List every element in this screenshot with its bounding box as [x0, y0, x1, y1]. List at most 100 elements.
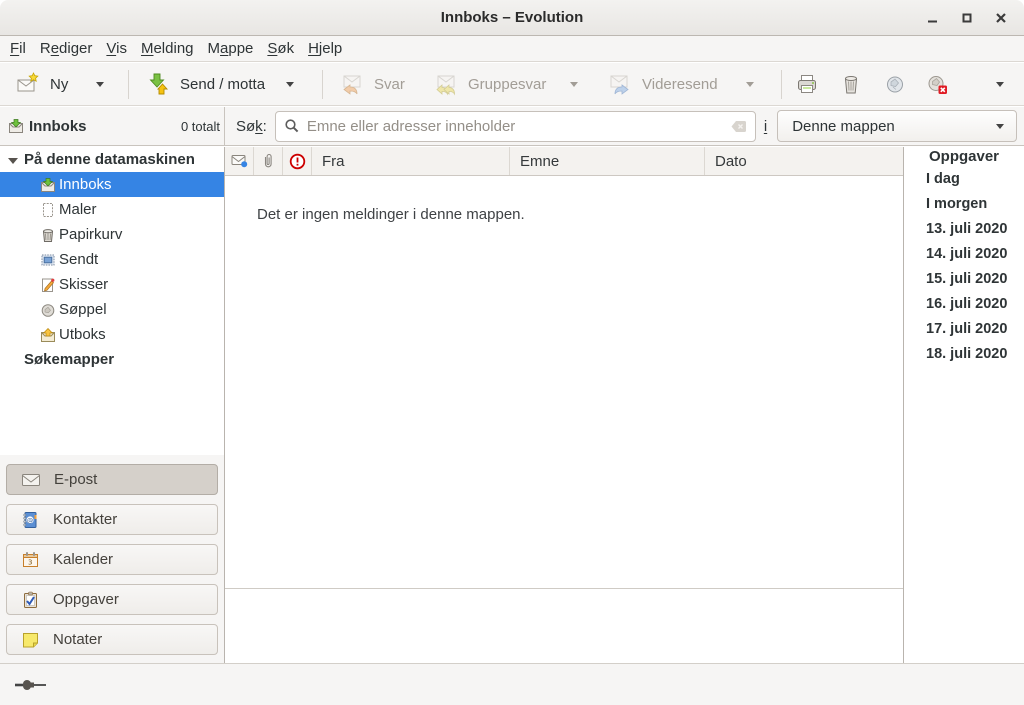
task-group-date[interactable]: 16. juli 2020 [904, 292, 1024, 317]
print-icon [795, 72, 819, 96]
group-reply-icon [434, 72, 458, 96]
switcher-label: Oppgaver [53, 591, 119, 608]
minimize-icon [925, 10, 941, 26]
tasks-icon [21, 591, 40, 609]
status-bar [0, 663, 1024, 705]
switcher-tasks-button[interactable]: Oppgaver [6, 584, 218, 615]
clear-search-icon[interactable] [730, 119, 747, 134]
toolbar-separator [322, 70, 323, 99]
task-group-today[interactable]: I dag [904, 167, 1024, 192]
junk-button[interactable] [879, 67, 911, 101]
templates-icon [40, 202, 56, 218]
switcher-memos-button[interactable]: Notater [6, 624, 218, 655]
online-status-icon[interactable] [14, 677, 48, 693]
close-button[interactable] [984, 1, 1018, 35]
menu-fil[interactable]: Fil [3, 38, 33, 59]
task-group-date[interactable]: 13. juli 2020 [904, 217, 1024, 242]
junk-icon [883, 72, 907, 96]
forward-dropdown[interactable] [738, 67, 762, 101]
not-junk-icon [925, 72, 949, 96]
tree-root-search-folders[interactable]: Søkemapper [0, 347, 224, 372]
titlebar: Innboks – Evolution [0, 0, 1024, 36]
menu-melding[interactable]: Melding [134, 38, 201, 59]
junk-icon [40, 302, 56, 318]
task-group-date[interactable]: 18. juli 2020 [904, 342, 1024, 367]
search-input[interactable]: Emne eller adresser inneholder [275, 111, 756, 142]
new-message-label: Ny [50, 76, 68, 93]
evolution-window: Innboks – Evolution Fil Rediger Vis Meld… [0, 0, 1024, 705]
delete-button[interactable] [835, 67, 867, 101]
task-pane: Oppgaver I dag I morgen 13. juli 2020 14… [904, 147, 1024, 663]
window-title: Innboks – Evolution [0, 9, 1024, 26]
message-list-header: Fra Emne Dato [225, 147, 903, 176]
drafts-icon [40, 277, 56, 293]
not-junk-button[interactable] [921, 67, 953, 101]
folder-info: Innboks 0 totalt [0, 107, 225, 145]
forward-button[interactable]: Videresend [600, 67, 718, 101]
read-status-icon [231, 154, 248, 168]
menu-sok[interactable]: Søk [260, 38, 301, 59]
column-dato[interactable]: Dato [705, 147, 903, 175]
column-read-status[interactable] [225, 147, 254, 175]
toolbar-overflow-button[interactable] [988, 67, 1012, 101]
window-controls [916, 0, 1018, 35]
folder-sendt[interactable]: Sendt [0, 247, 224, 272]
column-attachment[interactable] [254, 147, 283, 175]
send-receive-button[interactable]: Send / motta [138, 67, 265, 101]
search-icon [284, 118, 300, 134]
forward-label: Videresend [642, 76, 718, 93]
search-scope-dropdown[interactable]: Denne mappen [777, 110, 1017, 142]
menu-mappe[interactable]: Mappe [201, 38, 261, 59]
attachment-icon [261, 153, 275, 169]
group-reply-button[interactable]: Gruppesvar [426, 67, 546, 101]
empty-folder-message: Det er ingen meldinger i denne mappen. [257, 206, 525, 223]
folder-utboks[interactable]: Utboks [0, 322, 224, 347]
priority-icon [289, 153, 306, 170]
new-message-dropdown[interactable] [88, 67, 112, 101]
send-receive-label: Send / motta [180, 76, 265, 93]
switcher-mail-button[interactable]: E-post [6, 464, 218, 495]
reply-button[interactable]: Svar [332, 67, 405, 101]
tree-root-label: Søkemapper [24, 351, 114, 368]
task-group-date[interactable]: 15. juli 2020 [904, 267, 1024, 292]
calendar-icon: 3 [21, 551, 40, 569]
switcher-calendar-button[interactable]: 3 Kalender [6, 544, 218, 575]
folder-label: Papirkurv [59, 226, 122, 243]
search-scope-label: i [764, 118, 767, 135]
sent-icon [40, 252, 56, 268]
tree-root-this-computer[interactable]: På denne datamaskinen [0, 147, 224, 172]
folder-label: Innboks [59, 176, 112, 193]
switcher-contacts-button[interactable]: @ Kontakter [6, 504, 218, 535]
search-placeholder: Emne eller adresser inneholder [307, 118, 730, 135]
send-receive-dropdown[interactable] [278, 67, 302, 101]
switcher-label: Kontakter [53, 511, 117, 528]
svg-text:3: 3 [28, 558, 32, 566]
switcher-label: Notater [53, 631, 102, 648]
folder-maler[interactable]: Maler [0, 197, 224, 222]
column-emne[interactable]: Emne [510, 147, 705, 175]
folder-papirkurv[interactable]: Papirkurv [0, 222, 224, 247]
folder-skisser[interactable]: Skisser [0, 272, 224, 297]
expander-icon[interactable] [8, 158, 18, 164]
column-fra[interactable]: Fra [312, 147, 510, 175]
new-message-button[interactable]: Ny [6, 67, 68, 101]
folder-innboks[interactable]: Innboks [0, 172, 224, 197]
outbox-icon [40, 327, 56, 343]
maximize-button[interactable] [950, 1, 984, 35]
switcher-label: Kalender [53, 551, 113, 568]
menu-rediger[interactable]: Rediger [33, 38, 100, 59]
menu-vis[interactable]: Vis [99, 38, 134, 59]
folder-label: Maler [59, 201, 97, 218]
contacts-icon: @ [21, 511, 40, 529]
minimize-button[interactable] [916, 1, 950, 35]
menu-hjelp[interactable]: Hjelp [301, 38, 349, 59]
folder-label: Skisser [59, 276, 108, 293]
task-group-tomorrow[interactable]: I morgen [904, 192, 1024, 217]
group-reply-dropdown[interactable] [562, 67, 586, 101]
task-group-date[interactable]: 17. juli 2020 [904, 317, 1024, 342]
folder-soppel[interactable]: Søppel [0, 297, 224, 322]
task-group-date[interactable]: 14. juli 2020 [904, 242, 1024, 267]
column-priority[interactable] [283, 147, 312, 175]
print-button[interactable] [791, 67, 823, 101]
message-list[interactable]: Det er ingen meldinger i denne mappen. [225, 176, 903, 589]
